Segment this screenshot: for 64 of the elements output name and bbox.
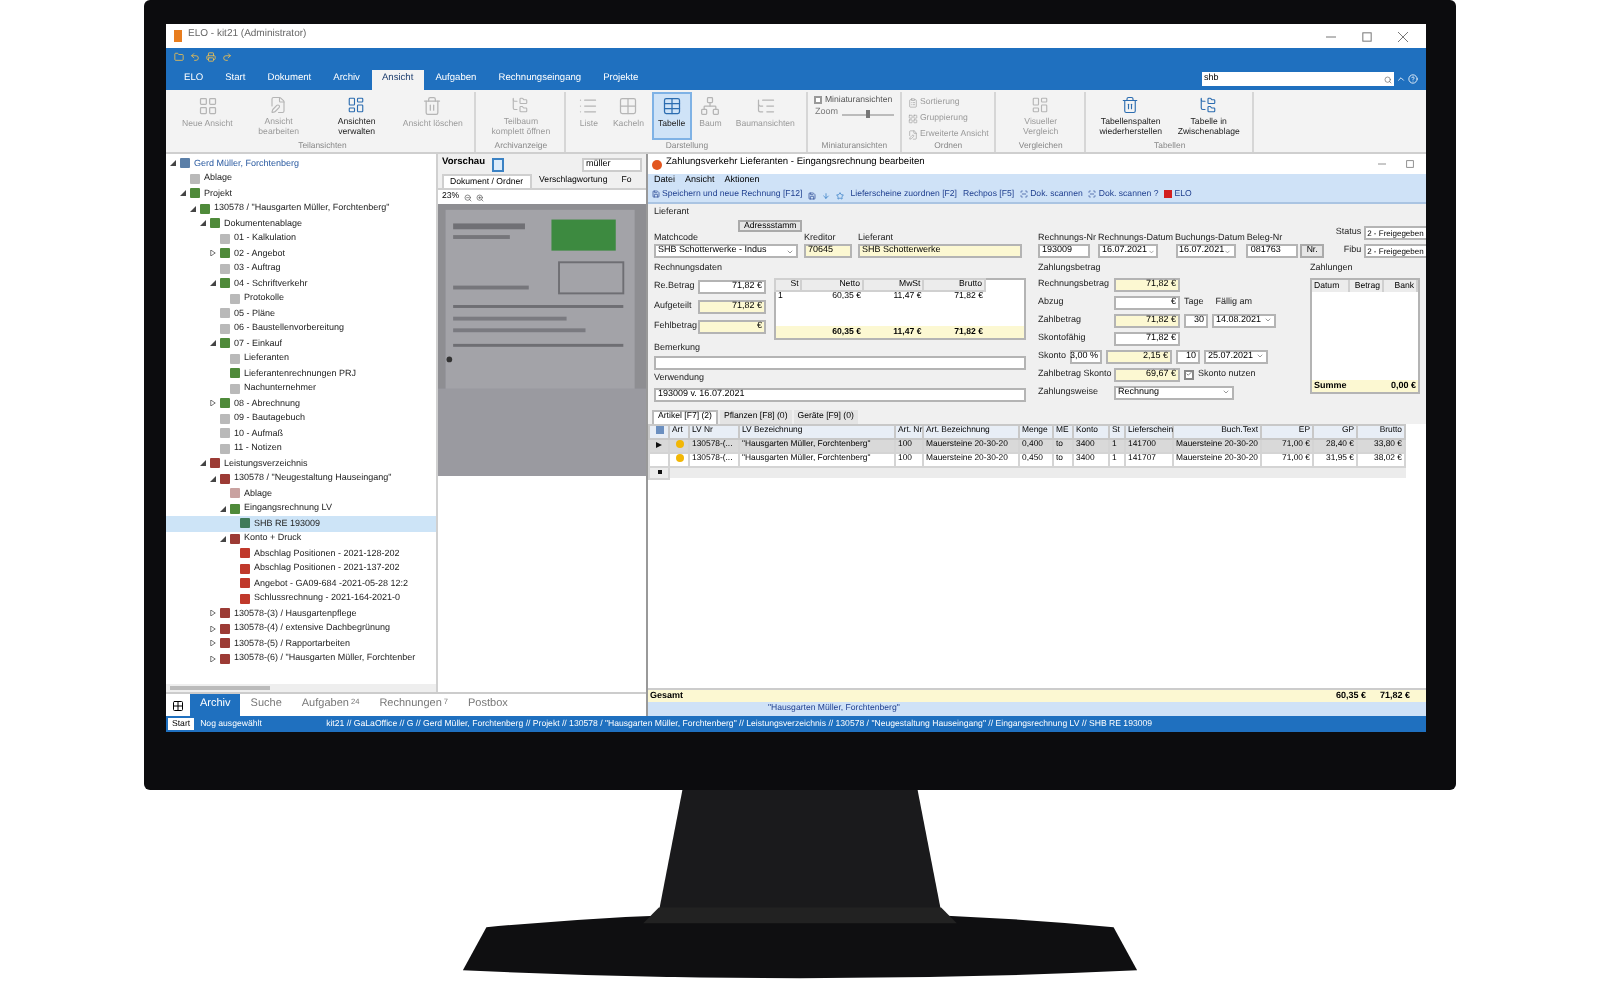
redo-icon[interactable] [222,52,232,62]
expanded-arrow-icon[interactable] [179,190,185,197]
app-logo-icon [1164,190,1173,199]
scanner-icon [1088,190,1097,199]
zoom-out-icon[interactable] [463,193,472,201]
app-logo-icon [174,30,182,42]
grid-icon [197,96,218,116]
network-icon [700,96,721,116]
clipboard-icon [907,97,918,107]
table-icon [661,96,682,116]
grid-settings-icon[interactable] [655,425,663,434]
trash-icon [422,96,443,116]
maximize-icon[interactable] [1362,31,1372,41]
folder-icon[interactable] [174,52,184,62]
expanded-arrow-icon[interactable] [209,280,215,287]
search-icon [1384,75,1392,83]
tiles-icon [618,96,639,116]
help-icon[interactable] [1408,74,1418,84]
star-icon[interactable] [836,191,845,199]
collapsed-arrow-icon[interactable] [209,655,215,662]
expanded-arrow-icon[interactable] [189,205,195,212]
collapsed-arrow-icon[interactable] [209,625,215,632]
tree-icon [1198,96,1219,114]
expanded-arrow-icon[interactable] [199,220,205,227]
scanner-icon [1020,190,1029,199]
current-row-icon [656,441,662,448]
expanded-arrow-icon[interactable] [219,535,225,542]
expanded-arrow-icon[interactable] [199,460,205,467]
totals-cell [775,326,802,338]
save-icon[interactable] [808,191,817,199]
save-icon [652,190,660,199]
close-icon[interactable] [1398,31,1408,41]
undo-icon[interactable] [190,52,200,62]
expanded-arrow-icon[interactable] [209,475,215,482]
checkbox[interactable] [1184,369,1194,379]
expanded-arrow-icon[interactable] [209,340,215,347]
collapsed-arrow-icon[interactable] [209,610,215,617]
layout-icon [1030,96,1051,114]
zoom-slider[interactable] [841,110,894,117]
collapse-ribbon-icon[interactable] [1396,74,1406,84]
tree-icon [510,96,531,114]
list-icon [578,96,599,116]
slider-thumb[interactable] [865,110,870,119]
collapsed-arrow-icon[interactable] [209,640,215,647]
maximize-icon[interactable] [1406,160,1414,168]
arrow-down-icon[interactable] [822,191,831,199]
document-icon[interactable] [491,157,504,171]
app-logo-icon [652,159,662,169]
checkbox[interactable] [814,96,823,105]
layout-icon [346,96,367,114]
edit-icon [907,129,918,139]
expanded-arrow-icon[interactable] [169,160,175,167]
collapsed-arrow-icon[interactable] [209,400,215,407]
zoom-in-icon[interactable] [475,193,484,201]
collapsed-arrow-icon[interactable] [209,250,215,257]
trash-icon [1120,96,1141,114]
horizontal-scrollbar[interactable] [166,684,436,692]
totals-cell [985,326,1025,338]
grid-icon [907,113,918,123]
printer-icon[interactable] [206,52,216,62]
input-field[interactable] [654,356,1026,370]
edit-icon [268,96,289,114]
expanded-arrow-icon[interactable] [219,505,225,512]
tree-list-icon [755,96,776,116]
